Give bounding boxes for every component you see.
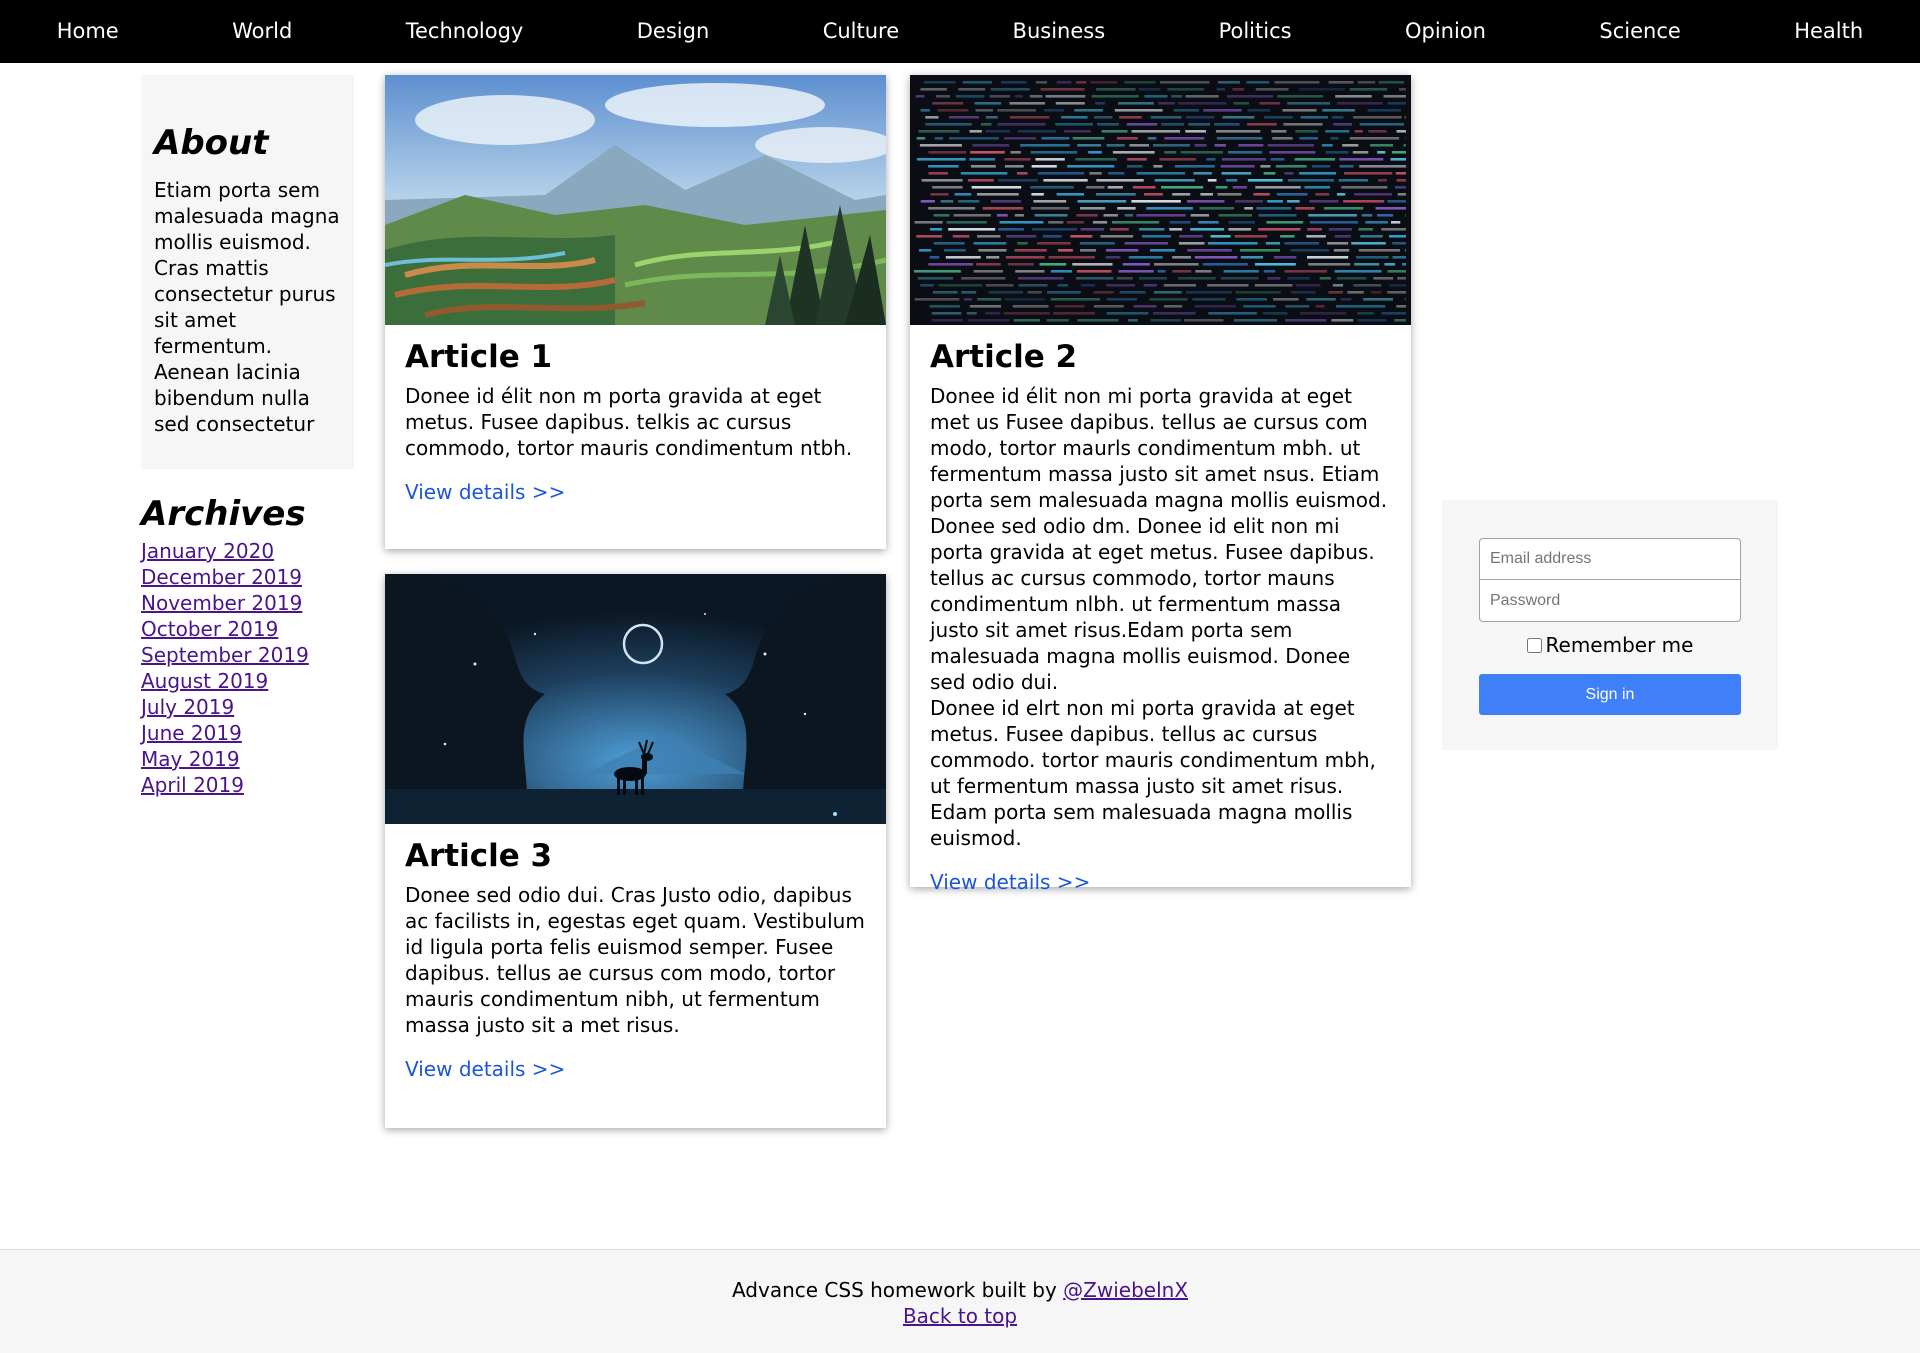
article-1-landscape-image: [385, 75, 886, 325]
nav-item-technology[interactable]: Technology: [406, 0, 524, 63]
nav-item-health[interactable]: Health: [1794, 0, 1863, 63]
article-3-text: Donee sed odio dui. Cras Justo odio, dap…: [405, 883, 865, 1037]
remember-me-label: Remember me: [1479, 632, 1741, 658]
email-field[interactable]: [1479, 538, 1741, 580]
top-nav: Home World Technology Design Culture Bus…: [0, 0, 1920, 63]
archive-item: November 2019: [141, 590, 361, 616]
article-2-view-details-link[interactable]: View details >>: [930, 869, 1090, 895]
archive-link[interactable]: September 2019: [141, 643, 309, 667]
nav-item-home[interactable]: Home: [57, 0, 119, 63]
password-field[interactable]: [1479, 580, 1741, 622]
footer: Advance CSS homework built by @ZwiebelnX…: [0, 1249, 1920, 1353]
article-2-body: Article 2 Donee id élit non mi porta gra…: [910, 325, 1411, 895]
archives-list: January 2020 December 2019 November 2019…: [141, 538, 361, 798]
archive-item: June 2019: [141, 720, 361, 746]
article-2-paragraph-2: Donee sed odio dm. Donee id elit non mi …: [930, 514, 1375, 694]
archive-link[interactable]: June 2019: [141, 721, 242, 745]
archive-link[interactable]: April 2019: [141, 773, 244, 797]
archive-item: May 2019: [141, 746, 361, 772]
article-card-3: Article 3 Donee sed odio dui. Cras Justo…: [385, 574, 886, 1128]
about-panel: About Etiam porta sem malesuada magna mo…: [141, 75, 354, 469]
article-card-1: Article 1 Donee id élit non m porta grav…: [385, 75, 886, 549]
archive-link[interactable]: July 2019: [141, 695, 234, 719]
author-link[interactable]: @ZwiebelnX: [1063, 1278, 1188, 1302]
article-2-code-image: [910, 75, 1411, 325]
about-title: About: [154, 123, 269, 163]
remember-me-checkbox[interactable]: [1526, 637, 1542, 653]
nav-item-culture[interactable]: Culture: [823, 0, 899, 63]
archive-item: April 2019: [141, 772, 361, 798]
nav-item-design[interactable]: Design: [637, 0, 710, 63]
archive-item: September 2019: [141, 642, 361, 668]
archives-title: Archives: [141, 494, 306, 534]
article-card-2: Article 2 Donee id élit non mi porta gra…: [910, 75, 1411, 894]
nav-item-world[interactable]: World: [232, 0, 292, 63]
archive-item: July 2019: [141, 694, 361, 720]
nav-item-opinion[interactable]: Opinion: [1405, 0, 1486, 63]
archive-link[interactable]: May 2019: [141, 747, 240, 771]
article-3-title: Article 3: [405, 838, 553, 874]
article-3-view-details-link[interactable]: View details >>: [405, 1056, 565, 1082]
archive-item: December 2019: [141, 564, 361, 590]
nav-item-business[interactable]: Business: [1013, 0, 1106, 63]
article-3-body: Article 3 Donee sed odio dui. Cras Justo…: [385, 824, 886, 1082]
remember-me-text: Remember me: [1545, 633, 1694, 657]
archives-panel: Archives January 2020 December 2019 Nove…: [141, 492, 361, 798]
sign-in-button[interactable]: Sign in: [1479, 674, 1741, 715]
archive-link[interactable]: October 2019: [141, 617, 278, 641]
article-1-body: Article 1 Donee id élit non m porta grav…: [385, 325, 886, 505]
footer-credit: Advance CSS homework built by @ZwiebelnX: [0, 1277, 1920, 1303]
article-2-paragraph-1: Donee id élit non mi porta gravida at eg…: [930, 384, 1388, 512]
article-3-deer-night-image: [385, 574, 886, 824]
nav-item-politics[interactable]: Politics: [1219, 0, 1292, 63]
archive-item: January 2020: [141, 538, 361, 564]
nav-item-science[interactable]: Science: [1599, 0, 1680, 63]
back-to-top-link[interactable]: Back to top: [903, 1304, 1017, 1328]
article-2-paragraph-3: Donee id elrt non mi porta gravida at eg…: [930, 696, 1376, 850]
signin-form: Remember me Sign in: [1442, 500, 1778, 750]
archive-item: October 2019: [141, 616, 361, 642]
footer-text: Advance CSS homework built by: [731, 1278, 1064, 1302]
article-1-view-details-link[interactable]: View details >>: [405, 479, 565, 505]
article-2-title: Article 2: [930, 339, 1078, 375]
archive-link[interactable]: November 2019: [141, 591, 302, 615]
article-1-title: Article 1: [405, 339, 553, 375]
article-1-text: Donee id élit non m porta gravida at ege…: [405, 384, 853, 460]
footer-back-to-top: Back to top: [0, 1303, 1920, 1329]
archive-link[interactable]: January 2020: [141, 539, 274, 563]
archive-link[interactable]: December 2019: [141, 565, 302, 589]
archive-link[interactable]: August 2019: [141, 669, 268, 693]
about-text: Etiam porta sem malesuada magna mollis e…: [154, 178, 340, 436]
archive-item: August 2019: [141, 668, 361, 694]
